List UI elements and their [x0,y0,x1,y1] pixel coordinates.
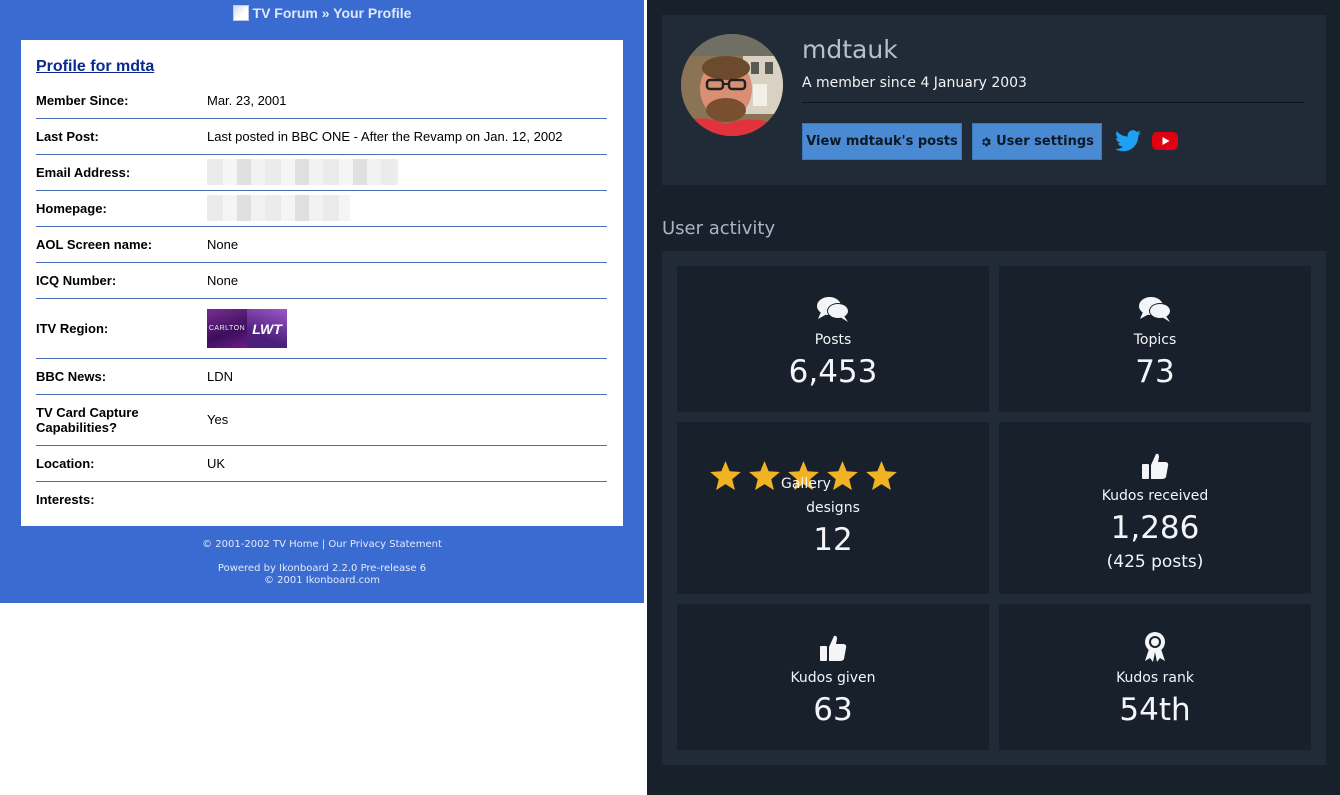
stat-value: 6,453 [788,354,878,390]
redacted-homepage [207,195,350,221]
star-rating [677,461,989,492]
view-posts-label: View mdtauk's posts [806,134,958,149]
field-label: Last Post: [36,129,99,144]
user-activity-heading: User activity [662,218,776,239]
row-divider [36,445,607,446]
row-divider [36,190,607,191]
field-label: Location: [36,456,95,471]
profile-title[interactable]: Profile for mdta [36,58,154,76]
field-value: None [207,237,239,252]
profile-header: mdtauk A member since 4 January 2003 Vie… [662,15,1326,185]
twitter-icon[interactable] [1115,130,1141,152]
username: mdtauk [802,35,898,64]
stat-label[interactable]: Kudos rank [999,670,1311,686]
member-since: A member since 4 January 2003 [802,75,1027,91]
view-posts-button[interactable]: View mdtauk's posts [802,123,962,160]
thumbs-up-icon [677,633,989,663]
field-label: TV Card Capture Capabilities? [36,405,139,435]
gear-icon [982,137,991,146]
stat-topics[interactable]: Topics 73 [999,266,1311,412]
row-divider [36,154,607,155]
field-value: Yes [207,412,229,427]
star-icon [709,461,741,491]
thumbs-up-icon [999,451,1311,481]
youtube-icon[interactable] [1152,130,1178,152]
star-icon [865,461,897,491]
field-label: Member Since: [36,93,129,108]
breadcrumb-text[interactable]: TV Forum » Your Profile [253,5,412,21]
stat-label: Topics [1133,332,1177,348]
new-forum-profile: mdtauk A member since 4 January 2003 Vie… [647,0,1340,795]
stat-value: 63 [813,692,853,728]
stat-label: Kudos given [790,670,876,686]
stat-value: 12 [813,522,853,558]
star-icon [748,461,780,491]
award-ribbon-icon [999,631,1311,663]
field-label: AOL Screen name: [36,237,153,252]
row-divider [36,262,607,263]
field-value: None [207,273,239,288]
stat-subvalue: (425 posts) [1106,552,1204,572]
field-value[interactable]: Last posted in BBC ONE - After the Revam… [207,129,563,144]
field-label: ICQ Number: [36,273,117,288]
redacted-email [207,159,399,185]
broken-image-icon [232,5,249,21]
comments-icon [999,295,1311,323]
user-settings-button[interactable]: User settings [972,123,1102,160]
field-value: Mar. 23, 2001 [207,93,287,108]
stat-kudos-given[interactable]: Kudos given 63 [677,604,989,750]
stat-label: Kudos received [1101,488,1209,504]
stat-label: Posts [814,332,852,348]
stat-value: 1,286 [1110,510,1200,546]
avatar[interactable] [681,34,783,136]
field-value: UK [207,456,226,471]
comments-icon [677,295,989,323]
profile-card: Profile for mdta Member Since: Mar. 23, … [21,40,623,526]
gallery-label-line2[interactable]: designs [677,500,989,516]
carlton-logo: CARLTON [207,309,247,348]
footer-copyright: © 2001 Ikonboard.com [263,575,381,586]
field-label: Homepage: [36,201,107,216]
field-label: BBC News: [36,369,107,384]
gallery-label-line1[interactable]: Gallery [781,476,831,492]
row-divider [36,226,607,227]
stat-gallery-designs[interactable]: Gallery designs 12 [677,422,989,594]
field-label: Interests: [36,492,95,507]
stat-kudos-rank[interactable]: Kudos rank 54th [999,604,1311,750]
stat-posts[interactable]: Posts 6,453 [677,266,989,412]
row-divider [36,394,607,395]
row-divider [36,298,607,299]
footer-links[interactable]: © 2001-2002 TV Home | Our Privacy Statem… [0,539,644,550]
header-divider [802,102,1305,103]
user-activity-panel: Posts 6,453 Topics 73 Gallery designs 12… [662,251,1326,765]
old-forum-profile: TV Forum » Your Profile Profile for mdta… [0,0,644,795]
row-divider [36,118,607,119]
footer-powered-by[interactable]: Powered by Ikonboard 2.2.0 Pre-release 6 [0,563,644,574]
stat-value: 73 [1135,354,1175,390]
lwt-logo: LWT [247,309,287,348]
breadcrumb[interactable]: TV Forum » Your Profile [0,5,644,21]
field-label: Email Address: [36,165,131,180]
user-settings-label: User settings [996,134,1094,149]
row-divider [36,481,607,482]
itv-region-logos: CARLTON LWT [36,309,607,348]
itv-logo-image: CARLTON LWT [207,309,287,348]
stat-value: 54th [1119,692,1191,728]
stat-kudos-received[interactable]: Kudos received 1,286 (425 posts) [999,422,1311,594]
row-divider [36,358,607,359]
field-value: LDN [207,369,234,384]
